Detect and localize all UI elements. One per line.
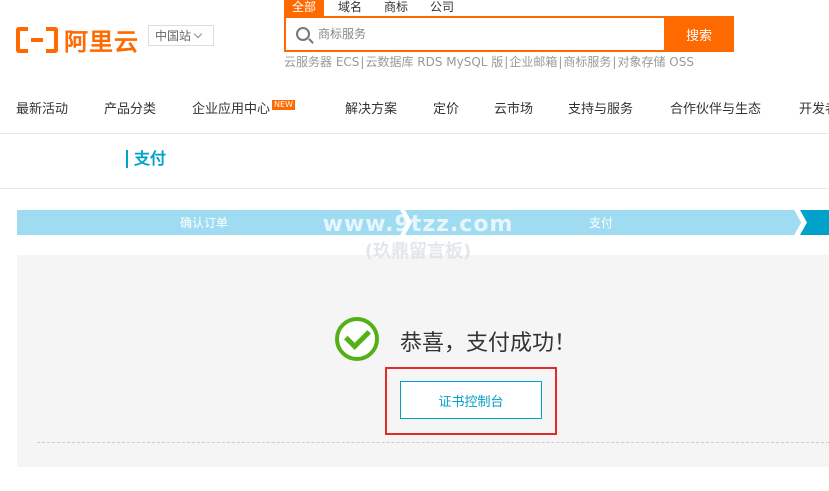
search-tab-trademark[interactable]: 商标 [376, 0, 416, 16]
title-divider [0, 188, 829, 189]
hot-link-ecs[interactable]: 云服务器 ECS [284, 55, 359, 69]
main-nav: 最新活动 产品分类 企业应用中心 NEW 解决方案 定价 云市场 支持与服务 合作… [0, 96, 829, 120]
result-panel: 恭喜，支付成功！ 证书控制台 [17, 255, 829, 467]
search-tab-company[interactable]: 公司 [422, 0, 462, 16]
hot-link-trademark[interactable]: 商标服务 [563, 55, 611, 69]
check-circle-icon [335, 317, 379, 361]
search-icon [296, 27, 310, 41]
nav-item-partners[interactable]: 合作伙伴与生态 [670, 98, 761, 117]
nav-item-support[interactable]: 支持与服务 [568, 98, 633, 117]
site-selector-label: 中国站 [155, 29, 192, 43]
nav-item-products[interactable]: 产品分类 [104, 98, 156, 117]
aliyun-logo[interactable]: 阿里云 [16, 22, 139, 57]
nav-divider [0, 133, 829, 134]
success-message: 恭喜，支付成功！ [400, 331, 577, 356]
search-button[interactable]: 搜索 [664, 16, 734, 52]
site-selector[interactable]: 中国站 [148, 25, 214, 46]
step-bar-current [800, 210, 829, 235]
aliyun-logo-icon [16, 26, 58, 53]
certificate-console-button[interactable]: 证书控制台 [400, 381, 542, 419]
chevron-down-icon [193, 29, 203, 38]
steps-bar [17, 210, 829, 235]
search-tab-domain[interactable]: 域名 [330, 0, 370, 16]
nav-item-marketplace[interactable]: 云市场 [494, 98, 533, 117]
dashed-divider [37, 442, 829, 443]
checkout-steps: 确认订单 支付 [17, 210, 829, 235]
new-badge: NEW [272, 100, 295, 110]
nav-item-pricing[interactable]: 定价 [433, 98, 459, 117]
nav-item-solutions[interactable]: 解决方案 [345, 98, 397, 117]
hot-link-rds[interactable]: 云数据库 RDS MySQL 版 [365, 55, 503, 69]
step-confirm-order: 确认订单 [180, 216, 229, 230]
search-tab-all[interactable]: 全部 [284, 0, 325, 16]
page-title: 支付 [126, 150, 166, 168]
logo-text: 阿里云 [64, 28, 139, 56]
step-payment: 支付 [589, 216, 614, 230]
hot-search-links: 云服务器 ECS|云数据库 RDS MySQL 版|企业邮箱|商标服务|对象存储… [284, 55, 694, 69]
nav-item-latest[interactable]: 最新活动 [16, 98, 68, 117]
hot-link-mail[interactable]: 企业邮箱 [509, 55, 557, 69]
hot-link-oss[interactable]: 对象存储 OSS [617, 55, 694, 69]
search-box [284, 16, 666, 52]
search-tabs: 全部 域名 商标 公司 [284, 0, 468, 16]
search-input[interactable] [318, 27, 648, 41]
nav-item-enterprise-apps[interactable]: 企业应用中心 NEW [192, 98, 295, 117]
nav-item-enterprise-apps-label: 企业应用中心 [192, 102, 271, 117]
nav-item-developers[interactable]: 开发者 [799, 98, 829, 117]
